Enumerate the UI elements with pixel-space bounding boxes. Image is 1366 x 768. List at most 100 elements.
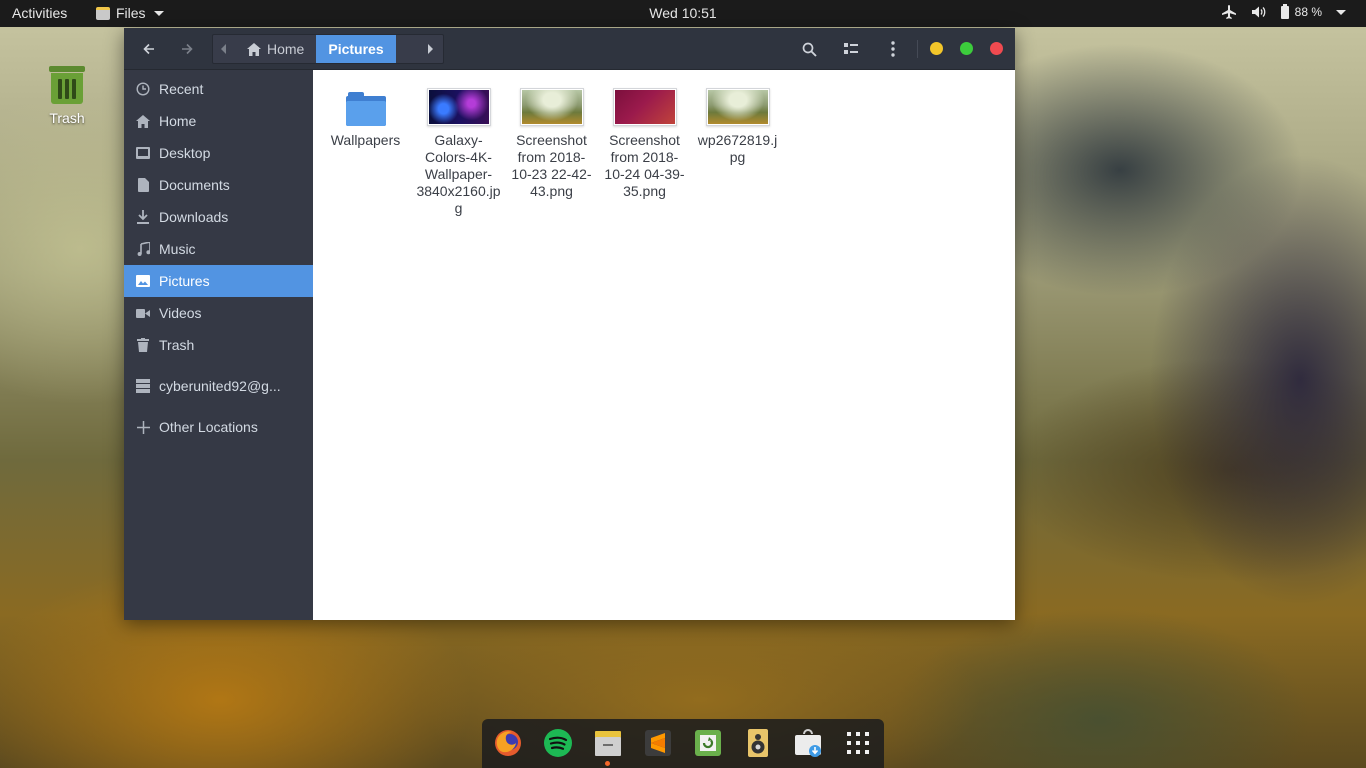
dock — [482, 719, 884, 768]
download-icon — [136, 210, 150, 224]
sidebar-item-label: Trash — [159, 337, 195, 353]
path-home-button[interactable]: Home — [235, 35, 316, 63]
file-item[interactable]: Screenshot from 2018-10-24 04-39-35.png — [598, 80, 691, 217]
icon-grid: Wallpapers Galaxy-Colors-4K-Wallpaper-38… — [319, 80, 784, 217]
dock-item-sublime-text[interactable] — [643, 728, 673, 758]
battery-icon — [1280, 3, 1289, 19]
trash-icon — [49, 66, 85, 104]
sidebar-item-recent[interactable]: Recent — [124, 73, 313, 105]
arrow-left-icon — [143, 43, 154, 55]
files-app-icon — [96, 6, 110, 20]
sidebar-item-music[interactable]: Music — [124, 233, 313, 265]
header-separator — [917, 40, 918, 58]
desktop-trash-label: Trash — [49, 110, 85, 126]
dock-item-rhythmbox[interactable] — [743, 728, 773, 758]
clock[interactable]: Wed 10:51 — [649, 5, 716, 21]
document-icon — [136, 178, 150, 192]
list-view-icon — [844, 43, 858, 54]
spotify-icon — [544, 729, 572, 757]
dock-item-firefox[interactable] — [493, 728, 523, 758]
dock-item-software-center[interactable] — [793, 728, 823, 758]
path-scroll-right-button[interactable] — [417, 35, 443, 63]
running-indicator — [605, 761, 610, 766]
dock-item-show-applications[interactable] — [843, 728, 873, 758]
top-bar: Activities Files Wed 10:51 88 % — [0, 0, 1366, 27]
dock-item-files[interactable] — [593, 728, 623, 766]
back-button[interactable] — [136, 36, 162, 62]
sidebar-item-label: Other Locations — [159, 419, 258, 435]
desktop-trash[interactable]: Trash — [40, 66, 94, 126]
music-icon — [136, 242, 150, 256]
chevron-down-icon — [153, 10, 164, 16]
software-center-icon — [795, 729, 821, 757]
file-item[interactable]: wp2672819.jpg — [691, 80, 784, 217]
sidebar-item-trash[interactable]: Trash — [124, 329, 313, 361]
minimize-button[interactable] — [930, 42, 943, 55]
sidebar-item-documents[interactable]: Documents — [124, 169, 313, 201]
home-icon — [247, 42, 261, 56]
sidebar-item-label: Home — [159, 113, 197, 129]
sidebar-item-network-share[interactable]: cyberunited92@g... — [124, 370, 313, 402]
sidebar-item-pictures[interactable]: Pictures — [124, 265, 313, 297]
folder-icon — [345, 92, 386, 126]
sidebar-item-downloads[interactable]: Downloads — [124, 201, 313, 233]
software-updater-icon — [695, 730, 721, 756]
activities-button[interactable]: Activities — [12, 5, 67, 21]
file-name: Galaxy-Colors-4K-Wallpaper-3840x2160.jpg — [416, 132, 501, 216]
file-name: Wallpapers — [330, 132, 401, 148]
battery-percent: 88 % — [1294, 5, 1322, 19]
system-tray[interactable]: 88 % — [1221, 3, 1346, 20]
search-icon — [802, 42, 817, 57]
sidebar-item-label: Desktop — [159, 145, 211, 161]
file-item[interactable]: Wallpapers — [319, 80, 412, 217]
forward-button[interactable] — [174, 36, 200, 62]
image-icon — [136, 274, 150, 288]
network-server-icon — [136, 379, 150, 393]
file-name: Screenshot from 2018-10-23 22-42-43.png — [511, 132, 592, 199]
sidebar-item-label: Videos — [159, 305, 202, 321]
sidebar-item-videos[interactable]: Videos — [124, 297, 313, 329]
app-menu-button[interactable]: Files — [96, 5, 164, 21]
file-view[interactable]: Wallpapers Galaxy-Colors-4K-Wallpaper-38… — [313, 70, 1015, 620]
files-icon — [595, 731, 621, 756]
home-icon — [136, 114, 150, 128]
menu-button[interactable] — [880, 36, 906, 62]
search-button[interactable] — [796, 36, 822, 62]
files-window: Home Pictures Recent Home Desktop Docume… — [124, 28, 1015, 620]
sidebar-item-label: Documents — [159, 177, 230, 193]
sidebar-item-label: Music — [159, 241, 196, 257]
arrow-right-icon — [182, 43, 193, 55]
path-current-button[interactable]: Pictures — [316, 35, 396, 63]
sidebar-item-home[interactable]: Home — [124, 105, 313, 137]
app-menu-label: Files — [116, 5, 146, 21]
rhythmbox-icon — [748, 729, 768, 757]
dock-item-software-updater[interactable] — [693, 728, 723, 758]
path-scroll-left-button[interactable] — [213, 35, 235, 63]
places-sidebar: Recent Home Desktop Documents Downloads … — [124, 70, 313, 620]
airplane-mode-icon — [1221, 4, 1237, 20]
desktop-icon — [136, 146, 150, 160]
system-menu-chevron-icon — [1336, 9, 1346, 15]
sidebar-item-label: Downloads — [159, 209, 229, 225]
sidebar-item-label: Pictures — [159, 273, 210, 289]
image-thumbnail — [426, 88, 491, 126]
image-thumbnail — [519, 88, 584, 126]
sidebar-item-other-locations[interactable]: Other Locations — [124, 411, 313, 443]
view-options-button[interactable] — [838, 36, 864, 62]
show-applications-icon — [847, 732, 869, 754]
file-name: Screenshot from 2018-10-24 04-39-35.png — [604, 132, 685, 199]
path-home-label: Home — [267, 41, 305, 57]
file-item[interactable]: Screenshot from 2018-10-23 22-42-43.png — [505, 80, 598, 217]
close-button[interactable] — [990, 42, 1003, 55]
dock-item-spotify[interactable] — [543, 728, 573, 758]
sidebar-item-desktop[interactable]: Desktop — [124, 137, 313, 169]
sublime-text-icon — [645, 730, 671, 756]
path-current-label: Pictures — [328, 41, 384, 57]
file-item[interactable]: Galaxy-Colors-4K-Wallpaper-3840x2160.jpg — [412, 80, 505, 217]
kebab-menu-icon — [891, 41, 895, 57]
firefox-icon — [495, 730, 521, 756]
path-bar: Home Pictures — [212, 34, 444, 64]
image-thumbnail — [612, 88, 677, 126]
image-thumbnail — [705, 88, 770, 126]
maximize-button[interactable] — [960, 42, 973, 55]
